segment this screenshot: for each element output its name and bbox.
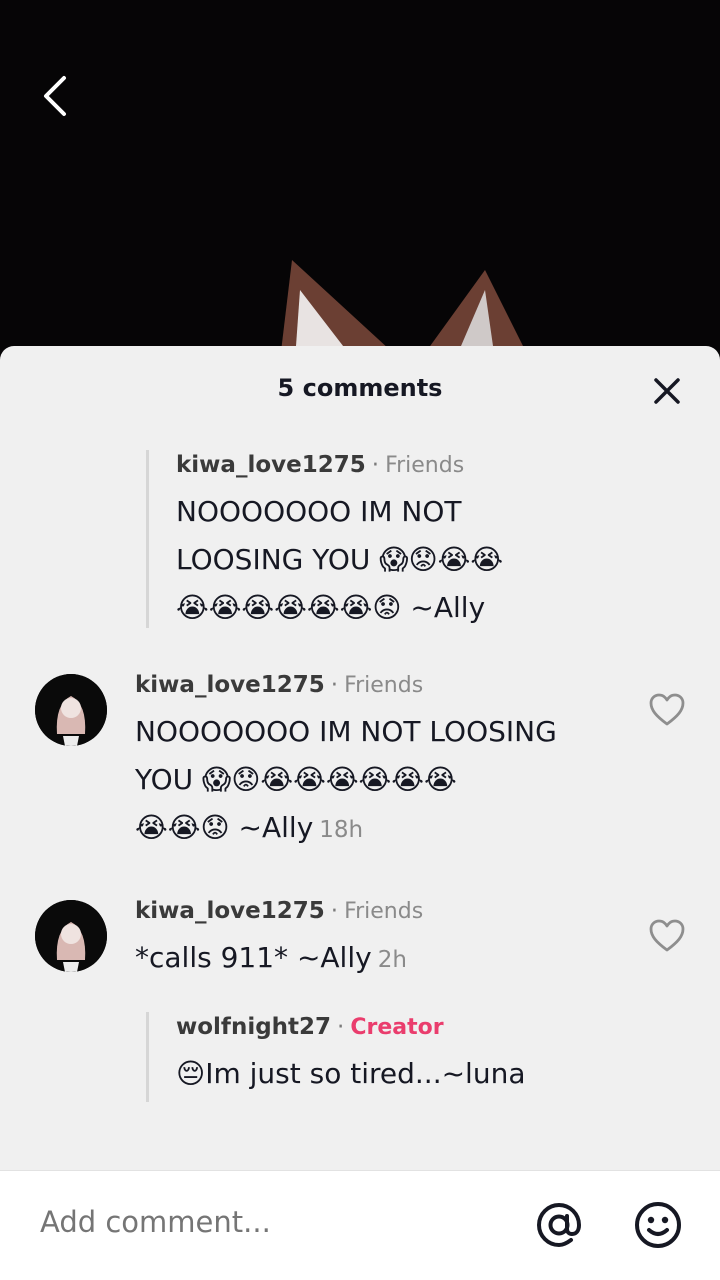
comment-input-bar: [0, 1170, 720, 1280]
creator-tag: Creator: [350, 1015, 444, 1040]
comment-text-line: YOU 😱😟😭😭😭😭😭😭: [135, 763, 457, 796]
back-button[interactable]: [30, 70, 78, 122]
heart-icon: [649, 693, 685, 726]
heart-icon: [649, 919, 685, 952]
comment-body: kiwa_love1275 · Friends *calls 911* ~Ally 2…: [135, 898, 615, 984]
comment-header: kiwa_love1275 · Friends: [135, 898, 615, 924]
reply-text-line: NOOOOOOO IM NOT: [176, 495, 462, 528]
sheet-header: 5 comments: [0, 346, 720, 436]
separator-dot: ·: [330, 898, 339, 924]
comment-username[interactable]: kiwa_love1275: [135, 898, 325, 924]
mention-button[interactable]: [533, 1199, 585, 1251]
comment-item[interactable]: kiwa_love1275 · Friends NOOOOOOO IM NOT LO…: [0, 672, 720, 862]
comment-text: NOOOOOOO IM NOT LOOSING YOU 😱😟😭😭😭😭😭😭 😭😭😟…: [135, 708, 615, 854]
reply-username[interactable]: kiwa_love1275: [176, 452, 366, 478]
reply-item[interactable]: wolfnight27 · Creator 😔Im just so tired...…: [146, 1012, 525, 1102]
comments-count-title: 5 comments: [277, 374, 443, 402]
like-button[interactable]: [648, 918, 686, 954]
friends-tag: Friends: [344, 673, 424, 698]
friends-tag: Friends: [385, 453, 465, 478]
comment-time: 18h: [319, 817, 364, 843]
comments-sheet: 5 comments kiwa_love1275 · Friends NOOOOOO…: [0, 346, 720, 1280]
avatar[interactable]: [35, 674, 107, 746]
separator-dot: ·: [371, 452, 380, 478]
comment-text-content: *calls 911* ~Ally: [135, 941, 372, 974]
avatar-image: [35, 900, 107, 972]
comment-item[interactable]: kiwa_love1275 · Friends *calls 911* ~Ally 2…: [0, 898, 720, 1008]
comment-time: 2h: [377, 947, 407, 973]
reply-text-line: LOOSING YOU 😱😟😭😭: [176, 543, 504, 576]
at-icon: [536, 1202, 582, 1248]
comment-text-line: 😭😭😟 ~Ally 18h: [135, 804, 615, 854]
character-ears-image: [280, 260, 530, 360]
avatar-image: [35, 674, 107, 746]
reply-text: NOOOOOOO IM NOT LOOSING YOU 😱😟😭😭 😭😭😭😭😭😭😟…: [176, 488, 503, 632]
like-button[interactable]: [648, 692, 686, 728]
emoji-icon: [635, 1202, 681, 1248]
friends-tag: Friends: [344, 899, 424, 924]
video-background: [0, 0, 720, 360]
comment-text-tail: 😭😭😟 ~Ally: [135, 811, 314, 844]
close-button[interactable]: [652, 376, 682, 406]
comment-body: kiwa_love1275 · Friends NOOOOOOO IM NOT LO…: [135, 672, 615, 854]
separator-dot: ·: [330, 672, 339, 698]
comment-username[interactable]: kiwa_love1275: [135, 672, 325, 698]
emoji-button[interactable]: [632, 1199, 684, 1251]
back-icon: [44, 76, 66, 116]
separator-dot: ·: [337, 1014, 345, 1040]
reply-header: wolfnight27 · Creator: [176, 1014, 525, 1040]
add-comment-input[interactable]: [40, 1205, 500, 1239]
reply-username[interactable]: wolfnight27: [176, 1014, 331, 1040]
reply-text: 😔Im just so tired...~luna: [176, 1057, 526, 1090]
avatar[interactable]: [35, 900, 107, 972]
comment-header: kiwa_love1275 · Friends: [135, 672, 615, 698]
comment-text-line: NOOOOOOO IM NOT LOOSING: [135, 715, 557, 748]
reply-item[interactable]: kiwa_love1275 · Friends NOOOOOOO IM NOT LO…: [146, 450, 503, 628]
close-icon: [654, 378, 680, 404]
comment-text: *calls 911* ~Ally 2h: [135, 934, 615, 984]
reply-text-line: 😭😭😭😭😭😭😟 ~Ally: [176, 591, 486, 624]
reply-header: kiwa_love1275 · Friends: [176, 452, 503, 478]
